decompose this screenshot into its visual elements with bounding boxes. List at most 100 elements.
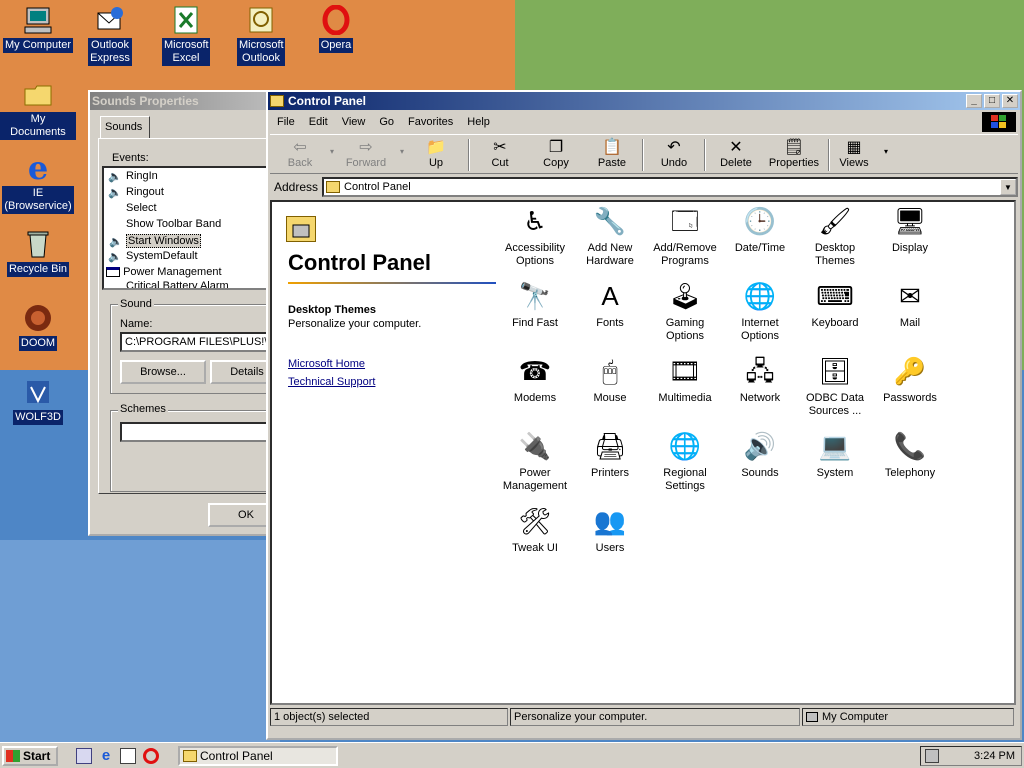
- back-dropdown-icon[interactable]: ▾: [330, 147, 334, 156]
- menu-favorites[interactable]: Favorites: [401, 116, 460, 128]
- cp-item[interactable]: 🖨 Printers: [573, 429, 647, 480]
- cp-item[interactable]: 🖥 Display: [873, 204, 947, 255]
- cp-item[interactable]: 🌐 Internet Options: [723, 279, 797, 343]
- cp-item-label: Mouse: [593, 392, 627, 404]
- desktop-icon-microsoft-outlook[interactable]: Microsoft Outlook: [223, 4, 299, 66]
- event-item[interactable]: 🔈 Ringout: [108, 186, 164, 199]
- desktop-icon-microsoft-excel[interactable]: Microsoft Excel: [148, 4, 224, 66]
- cp-item[interactable]: 🖌 Desktop Themes: [798, 204, 872, 268]
- cp-item[interactable]: 🖱 Mouse: [573, 354, 647, 405]
- browse-button[interactable]: Browse...: [120, 360, 206, 384]
- menu-view[interactable]: View: [335, 116, 373, 128]
- quicklaunch-ie-icon[interactable]: e: [98, 748, 114, 764]
- event-item[interactable]: 🔈 SystemDefault: [108, 250, 198, 263]
- status-bar: 1 object(s) selected Personalize your co…: [270, 708, 1018, 726]
- computer-icon: [806, 712, 818, 722]
- cp-item[interactable]: 💻 System: [798, 429, 872, 480]
- microsoft-home-link[interactable]: Microsoft Home: [288, 358, 365, 370]
- cp-item[interactable]: 🔊 Sounds: [723, 429, 797, 480]
- event-item[interactable]: 🔈 RingIn: [108, 170, 158, 183]
- events-list[interactable]: 🔈 RingIn 🔈 Ringout Select Show Toolbar B…: [102, 166, 282, 290]
- sound-name-field[interactable]: C:\PROGRAM FILES\PLUS!\: [120, 332, 280, 352]
- event-item-selected[interactable]: 🔈 Start Windows: [109, 234, 201, 248]
- properties-button[interactable]: 🗒 Properties: [764, 137, 824, 173]
- event-group[interactable]: Power Management: [106, 266, 222, 278]
- cp-item-label-line2: Programs: [661, 255, 709, 267]
- cp-item[interactable]: 🎞 Multimedia: [648, 354, 722, 405]
- cp-item-label-line2: Management: [502, 480, 568, 492]
- cp-item[interactable]: 🕒 Date/Time: [723, 204, 797, 255]
- sounds-properties-window[interactable]: Sounds Properties Sounds Events: 🔈 RingI…: [88, 90, 288, 536]
- desktop-icon-outlook-express[interactable]: Outlook Express: [72, 4, 148, 66]
- close-button[interactable]: ✕: [1002, 94, 1018, 108]
- cp-item-label: Accessibility: [505, 242, 565, 254]
- taskbar-item-control-panel[interactable]: Control Panel: [178, 746, 338, 766]
- desktop-icon-doom[interactable]: DOOM: [0, 302, 76, 351]
- tray-tweak-icon[interactable]: [925, 749, 939, 763]
- tab-sounds[interactable]: Sounds: [100, 116, 150, 138]
- cp-item[interactable]: 📞 Telephony: [873, 429, 947, 480]
- cp-item[interactable]: 🗄 ODBC Data Sources ...: [798, 354, 872, 418]
- cp-item[interactable]: ♿ Accessibility Options: [498, 204, 572, 268]
- recycle-bin-icon: [22, 228, 54, 260]
- control-panel-window[interactable]: Control Panel _ □ ✕ File Edit View Go Fa…: [266, 90, 1022, 740]
- address-input[interactable]: Control Panel ▼: [322, 177, 1018, 197]
- clock[interactable]: 3:24 PM: [974, 750, 1015, 762]
- speaker-icon: 🔈: [108, 187, 122, 199]
- cp-item[interactable]: ⌨ Keyboard: [798, 279, 872, 330]
- paste-button[interactable]: 📋 Paste: [586, 137, 638, 173]
- event-item[interactable]: Select: [126, 202, 157, 214]
- modem-icon: ☎: [518, 355, 552, 386]
- schemes-select[interactable]: [120, 422, 280, 442]
- desktop-icon-my-computer[interactable]: My Computer: [0, 4, 76, 53]
- cp-item[interactable]: 🌐 Regional Settings: [648, 429, 722, 493]
- menu-go[interactable]: Go: [372, 116, 401, 128]
- delete-button[interactable]: ✕ Delete: [710, 137, 762, 173]
- desktop-icon-ie[interactable]: e IE (Browservice): [0, 149, 76, 214]
- forward-dropdown-icon[interactable]: ▾: [400, 147, 404, 156]
- event-item[interactable]: Show Toolbar Band: [126, 218, 221, 230]
- cp-item[interactable]: 👥 Users: [573, 504, 647, 555]
- cp-item[interactable]: 🕹 Gaming Options: [648, 279, 722, 343]
- quicklaunch-show-desktop-icon[interactable]: [76, 748, 92, 764]
- undo-button[interactable]: ↶ Undo: [648, 137, 700, 173]
- up-button[interactable]: 📁 Up: [410, 137, 462, 173]
- cp-item[interactable]: 🖧 Network: [723, 354, 797, 405]
- views-dropdown-icon[interactable]: ▾: [884, 147, 888, 156]
- status-description: Personalize your computer.: [510, 708, 800, 726]
- views-button[interactable]: ▦ Views: [828, 137, 880, 173]
- speaker-icon: 🔈: [108, 251, 122, 263]
- desktop-icon-wolf3d[interactable]: WOLF3D: [0, 376, 76, 425]
- cp-item[interactable]: 🛠 Tweak UI: [498, 504, 572, 555]
- address-dropdown-button[interactable]: ▼: [1000, 179, 1016, 195]
- cp-item[interactable]: A Fonts: [573, 279, 647, 330]
- desktop-icon-my-documents[interactable]: My Documents: [0, 78, 76, 140]
- cp-item[interactable]: ✉ Mail: [873, 279, 947, 330]
- cp-item[interactable]: 🔧 Add New Hardware: [573, 204, 647, 268]
- desktop-icon-opera[interactable]: Opera: [298, 4, 374, 53]
- minimize-button[interactable]: _: [966, 94, 982, 108]
- cp-item[interactable]: ☎ Modems: [498, 354, 572, 405]
- cp-item[interactable]: 🔌 Power Management: [498, 429, 572, 493]
- cp-item-label: System: [816, 467, 854, 479]
- cp-item[interactable]: 🗔 Add/Remove Programs: [648, 204, 722, 268]
- quicklaunch-outlook-express-icon[interactable]: [120, 748, 136, 764]
- sounds-titlebar[interactable]: Sounds Properties: [90, 92, 286, 110]
- selected-item-description: Personalize your computer.: [288, 318, 422, 330]
- cp-item[interactable]: 🔭 Find Fast: [498, 279, 572, 330]
- forward-button[interactable]: ⇨ Forward: [340, 137, 392, 173]
- cp-item[interactable]: 🔑 Passwords: [873, 354, 947, 405]
- menu-help[interactable]: Help: [460, 116, 497, 128]
- control-panel-titlebar[interactable]: Control Panel _ □ ✕: [268, 92, 1020, 110]
- technical-support-link[interactable]: Technical Support: [288, 376, 375, 388]
- maximize-button[interactable]: □: [984, 94, 1000, 108]
- start-button[interactable]: Start: [2, 746, 58, 766]
- menu-edit[interactable]: Edit: [302, 116, 335, 128]
- event-item[interactable]: Critical Battery Alarm: [126, 280, 229, 288]
- copy-button[interactable]: ❐ Copy: [530, 137, 582, 173]
- desktop-icon-recycle-bin[interactable]: Recycle Bin: [0, 228, 76, 277]
- cut-button[interactable]: ✂ Cut: [474, 137, 526, 173]
- quicklaunch-opera-icon[interactable]: [143, 748, 159, 764]
- menu-file[interactable]: File: [270, 116, 302, 128]
- back-button[interactable]: ⇦ Back: [274, 137, 326, 173]
